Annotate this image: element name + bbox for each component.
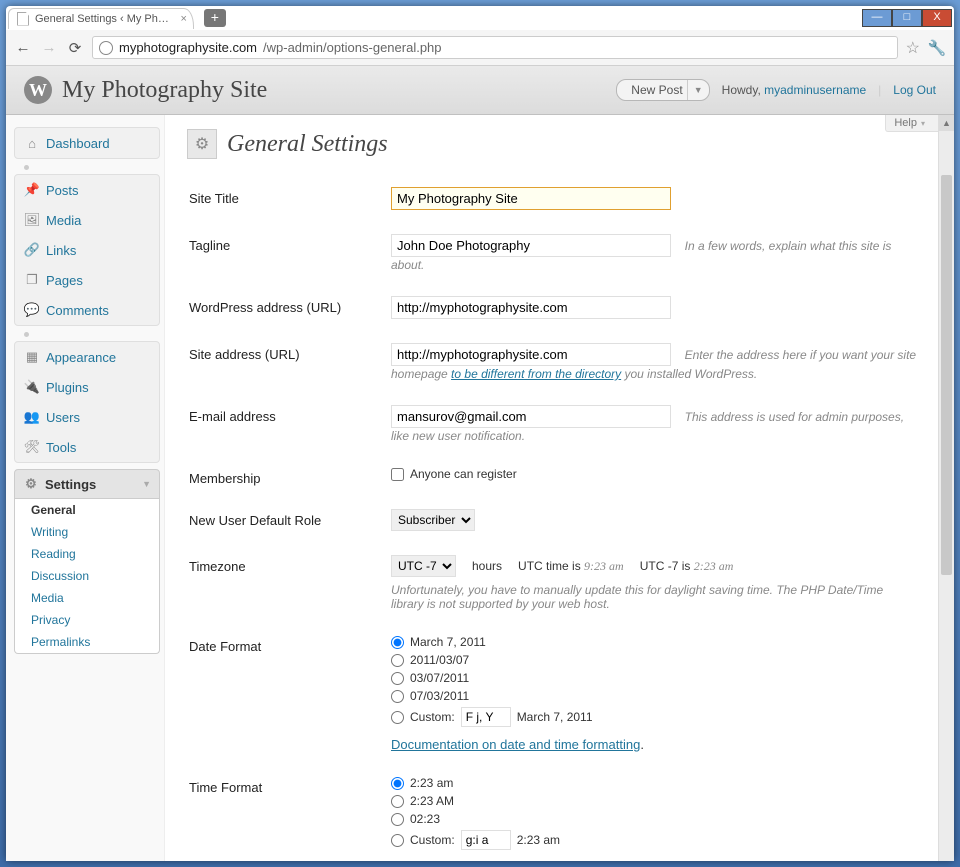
sidebar-item-dashboard[interactable]: ⌂Dashboard bbox=[15, 128, 159, 158]
label-default-role: New User Default Role bbox=[189, 501, 389, 545]
sidebar-item-appearance[interactable]: ▦Appearance bbox=[15, 342, 159, 372]
date-opt-1[interactable]: 2011/03/07 bbox=[391, 653, 918, 667]
label-site-url: Site address (URL) bbox=[189, 335, 389, 395]
new-post-button[interactable]: New Post ▼ bbox=[616, 79, 709, 101]
desc-timezone: Unfortunately, you have to manually upda… bbox=[391, 583, 918, 611]
page-title-icon: ⚙ bbox=[187, 129, 217, 159]
submenu-general[interactable]: General bbox=[15, 499, 159, 521]
tools-icon: 🛠 bbox=[24, 439, 40, 455]
sidebar-item-plugins[interactable]: 🔌Plugins bbox=[15, 372, 159, 402]
sidebar-item-pages[interactable]: ❐Pages bbox=[15, 265, 159, 295]
new-post-label: New Post bbox=[631, 83, 682, 97]
tab-title: General Settings ‹ My Ph… bbox=[35, 13, 169, 25]
wrench-icon[interactable]: 🔧 bbox=[928, 39, 946, 57]
submenu-media[interactable]: Media bbox=[15, 587, 159, 609]
time-opt-1[interactable]: 2:23 AM bbox=[391, 794, 918, 808]
users-icon: 👥 bbox=[24, 409, 40, 425]
submenu-writing[interactable]: Writing bbox=[15, 521, 159, 543]
bookmark-star-icon[interactable]: ☆ bbox=[906, 38, 920, 58]
select-timezone[interactable]: UTC -7 bbox=[391, 555, 456, 577]
input-site-url[interactable] bbox=[391, 343, 671, 366]
page-icon bbox=[17, 12, 29, 26]
sidebar-item-comments[interactable]: 💬Comments bbox=[15, 295, 159, 325]
submenu-permalinks[interactable]: Permalinks bbox=[15, 631, 159, 653]
label-wp-url: WordPress address (URL) bbox=[189, 288, 389, 333]
submenu-reading[interactable]: Reading bbox=[15, 543, 159, 565]
sidebar-item-posts[interactable]: 📌Posts bbox=[15, 175, 159, 205]
date-opt-custom[interactable]: Custom: March 7, 2011 bbox=[391, 707, 918, 727]
window-minimize-button[interactable]: — bbox=[862, 9, 892, 27]
date-opt-0[interactable]: March 7, 2011 bbox=[391, 635, 918, 649]
howdy-text: Howdy, myadminusername bbox=[722, 83, 867, 97]
time-opt-custom[interactable]: Custom: 2:23 am bbox=[391, 830, 918, 850]
site-url-link[interactable]: to be different from the directory bbox=[451, 367, 621, 381]
time-custom-input[interactable] bbox=[461, 830, 511, 850]
scroll-up-button[interactable]: ▲ bbox=[939, 115, 954, 131]
link-icon: 🔗 bbox=[24, 242, 40, 258]
reload-button[interactable]: ⟳ bbox=[66, 39, 84, 57]
pages-icon: ❐ bbox=[24, 272, 40, 288]
label-timezone: Timezone bbox=[189, 547, 389, 625]
settings-icon: ⚙ bbox=[23, 476, 39, 492]
new-tab-button[interactable]: + bbox=[204, 9, 226, 27]
sidebar-item-tools[interactable]: 🛠Tools bbox=[15, 432, 159, 462]
time-opt-0[interactable]: 2:23 am bbox=[391, 776, 918, 790]
help-tab[interactable]: Help bbox=[885, 115, 942, 132]
media-icon: 🖼 bbox=[24, 212, 40, 228]
date-opt-3[interactable]: 07/03/2011 bbox=[391, 689, 918, 703]
browser-tab[interactable]: General Settings ‹ My Ph… × bbox=[8, 8, 194, 29]
plugin-icon: 🔌 bbox=[24, 379, 40, 395]
pin-icon: 📌 bbox=[24, 182, 40, 198]
globe-icon bbox=[99, 41, 113, 55]
window-close-button[interactable]: X bbox=[922, 9, 952, 27]
chevron-down-icon: ▼ bbox=[142, 479, 151, 489]
sidebar-item-settings[interactable]: ⚙Settings▼ bbox=[14, 469, 160, 499]
sidebar-item-users[interactable]: 👥Users bbox=[15, 402, 159, 432]
label-email: E-mail address bbox=[189, 397, 389, 457]
date-custom-input[interactable] bbox=[461, 707, 511, 727]
input-wp-url[interactable] bbox=[391, 296, 671, 319]
back-button[interactable]: ← bbox=[14, 39, 32, 57]
scrollbar-vertical[interactable]: ▲ ▼ bbox=[938, 115, 954, 861]
input-tagline[interactable] bbox=[391, 234, 671, 257]
tab-close-icon[interactable]: × bbox=[180, 13, 186, 25]
input-site-title[interactable] bbox=[391, 187, 671, 210]
home-icon: ⌂ bbox=[24, 135, 40, 151]
forward-button[interactable]: → bbox=[40, 39, 58, 57]
local-time: 2:23 am bbox=[694, 559, 734, 573]
appearance-icon: ▦ bbox=[24, 349, 40, 365]
wp-logo-icon[interactable]: W bbox=[24, 76, 52, 104]
checkbox-anyone-register[interactable]: Anyone can register bbox=[391, 467, 918, 481]
date-opt-2[interactable]: 03/07/2011 bbox=[391, 671, 918, 685]
input-email[interactable] bbox=[391, 405, 671, 428]
label-site-title: Site Title bbox=[189, 179, 389, 224]
sidebar-item-links[interactable]: 🔗Links bbox=[15, 235, 159, 265]
doc-link-date-time[interactable]: Documentation on date and time formattin… bbox=[391, 737, 640, 752]
submenu-privacy[interactable]: Privacy bbox=[15, 609, 159, 631]
wp-toolbar: W My Photography Site New Post ▼ Howdy, … bbox=[6, 66, 954, 115]
time-opt-2[interactable]: 02:23 bbox=[391, 812, 918, 826]
page-title: General Settings bbox=[227, 131, 388, 158]
sidebar-item-media[interactable]: 🖼Media bbox=[15, 205, 159, 235]
site-name[interactable]: My Photography Site bbox=[62, 77, 267, 104]
submenu-discussion[interactable]: Discussion bbox=[15, 565, 159, 587]
logout-link[interactable]: Log Out bbox=[893, 83, 936, 97]
username-link[interactable]: myadminusername bbox=[764, 83, 866, 97]
label-membership: Membership bbox=[189, 459, 389, 499]
url-path[interactable] bbox=[263, 40, 891, 55]
url-domain: myphotographysite.com bbox=[119, 40, 257, 55]
scroll-thumb[interactable] bbox=[941, 175, 952, 575]
select-default-role[interactable]: Subscriber bbox=[391, 509, 475, 531]
comment-icon: 💬 bbox=[24, 302, 40, 318]
utc-time: 9:23 am bbox=[584, 559, 624, 573]
window-maximize-button[interactable]: □ bbox=[892, 9, 922, 27]
url-field[interactable]: myphotographysite.com bbox=[92, 36, 898, 59]
label-time-format: Time Format bbox=[189, 768, 389, 861]
label-tagline: Tagline bbox=[189, 226, 389, 286]
new-post-dropdown-icon[interactable]: ▼ bbox=[687, 80, 709, 100]
label-date-format: Date Format bbox=[189, 627, 389, 766]
